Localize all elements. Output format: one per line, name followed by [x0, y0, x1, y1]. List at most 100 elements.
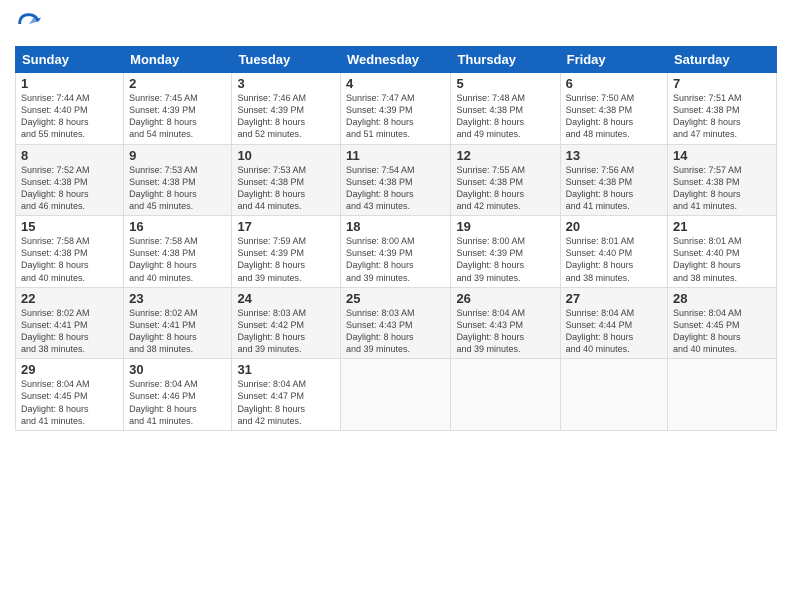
day-info: Sunrise: 8:04 AMSunset: 4:45 PMDaylight:…	[21, 378, 118, 427]
col-monday: Monday	[124, 47, 232, 73]
day-number: 16	[129, 219, 226, 234]
day-info: Sunrise: 8:01 AMSunset: 4:40 PMDaylight:…	[566, 235, 662, 284]
col-tuesday: Tuesday	[232, 47, 341, 73]
day-number: 28	[673, 291, 771, 306]
table-row	[341, 359, 451, 431]
calendar-week-row: 8Sunrise: 7:52 AMSunset: 4:38 PMDaylight…	[16, 144, 777, 216]
table-row: 2Sunrise: 7:45 AMSunset: 4:39 PMDaylight…	[124, 73, 232, 145]
day-info: Sunrise: 8:00 AMSunset: 4:39 PMDaylight:…	[456, 235, 554, 284]
day-number: 5	[456, 76, 554, 91]
day-number: 1	[21, 76, 118, 91]
calendar-week-row: 22Sunrise: 8:02 AMSunset: 4:41 PMDayligh…	[16, 287, 777, 359]
day-number: 15	[21, 219, 118, 234]
day-info: Sunrise: 7:58 AMSunset: 4:38 PMDaylight:…	[129, 235, 226, 284]
table-row: 13Sunrise: 7:56 AMSunset: 4:38 PMDayligh…	[560, 144, 667, 216]
table-row: 21Sunrise: 8:01 AMSunset: 4:40 PMDayligh…	[668, 216, 777, 288]
day-number: 2	[129, 76, 226, 91]
logo-icon	[15, 10, 43, 38]
table-row: 4Sunrise: 7:47 AMSunset: 4:39 PMDaylight…	[341, 73, 451, 145]
table-row	[451, 359, 560, 431]
day-info: Sunrise: 7:50 AMSunset: 4:38 PMDaylight:…	[566, 92, 662, 141]
col-thursday: Thursday	[451, 47, 560, 73]
table-row: 11Sunrise: 7:54 AMSunset: 4:38 PMDayligh…	[341, 144, 451, 216]
table-row: 12Sunrise: 7:55 AMSunset: 4:38 PMDayligh…	[451, 144, 560, 216]
table-row	[560, 359, 667, 431]
day-info: Sunrise: 7:56 AMSunset: 4:38 PMDaylight:…	[566, 164, 662, 213]
day-number: 22	[21, 291, 118, 306]
day-info: Sunrise: 8:01 AMSunset: 4:40 PMDaylight:…	[673, 235, 771, 284]
day-info: Sunrise: 8:02 AMSunset: 4:41 PMDaylight:…	[129, 307, 226, 356]
day-info: Sunrise: 7:51 AMSunset: 4:38 PMDaylight:…	[673, 92, 771, 141]
table-row: 5Sunrise: 7:48 AMSunset: 4:38 PMDaylight…	[451, 73, 560, 145]
day-info: Sunrise: 7:47 AMSunset: 4:39 PMDaylight:…	[346, 92, 445, 141]
table-row: 15Sunrise: 7:58 AMSunset: 4:38 PMDayligh…	[16, 216, 124, 288]
table-row: 16Sunrise: 7:58 AMSunset: 4:38 PMDayligh…	[124, 216, 232, 288]
page-container: Sunday Monday Tuesday Wednesday Thursday…	[0, 0, 792, 612]
day-number: 31	[237, 362, 335, 377]
table-row: 1Sunrise: 7:44 AMSunset: 4:40 PMDaylight…	[16, 73, 124, 145]
table-row: 27Sunrise: 8:04 AMSunset: 4:44 PMDayligh…	[560, 287, 667, 359]
day-number: 3	[237, 76, 335, 91]
day-number: 10	[237, 148, 335, 163]
col-sunday: Sunday	[16, 47, 124, 73]
day-info: Sunrise: 8:04 AMSunset: 4:44 PMDaylight:…	[566, 307, 662, 356]
day-number: 18	[346, 219, 445, 234]
day-number: 26	[456, 291, 554, 306]
calendar-week-row: 1Sunrise: 7:44 AMSunset: 4:40 PMDaylight…	[16, 73, 777, 145]
day-number: 4	[346, 76, 445, 91]
day-info: Sunrise: 8:00 AMSunset: 4:39 PMDaylight:…	[346, 235, 445, 284]
table-row: 14Sunrise: 7:57 AMSunset: 4:38 PMDayligh…	[668, 144, 777, 216]
day-number: 8	[21, 148, 118, 163]
table-row: 31Sunrise: 8:04 AMSunset: 4:47 PMDayligh…	[232, 359, 341, 431]
col-saturday: Saturday	[668, 47, 777, 73]
day-info: Sunrise: 8:03 AMSunset: 4:43 PMDaylight:…	[346, 307, 445, 356]
table-row: 18Sunrise: 8:00 AMSunset: 4:39 PMDayligh…	[341, 216, 451, 288]
table-row	[668, 359, 777, 431]
day-info: Sunrise: 8:04 AMSunset: 4:43 PMDaylight:…	[456, 307, 554, 356]
day-info: Sunrise: 8:04 AMSunset: 4:46 PMDaylight:…	[129, 378, 226, 427]
table-row: 25Sunrise: 8:03 AMSunset: 4:43 PMDayligh…	[341, 287, 451, 359]
table-row: 23Sunrise: 8:02 AMSunset: 4:41 PMDayligh…	[124, 287, 232, 359]
table-row: 28Sunrise: 8:04 AMSunset: 4:45 PMDayligh…	[668, 287, 777, 359]
day-info: Sunrise: 7:46 AMSunset: 4:39 PMDaylight:…	[237, 92, 335, 141]
table-row: 19Sunrise: 8:00 AMSunset: 4:39 PMDayligh…	[451, 216, 560, 288]
day-info: Sunrise: 7:58 AMSunset: 4:38 PMDaylight:…	[21, 235, 118, 284]
day-info: Sunrise: 7:53 AMSunset: 4:38 PMDaylight:…	[129, 164, 226, 213]
day-number: 17	[237, 219, 335, 234]
day-info: Sunrise: 7:48 AMSunset: 4:38 PMDaylight:…	[456, 92, 554, 141]
day-number: 30	[129, 362, 226, 377]
day-number: 14	[673, 148, 771, 163]
day-info: Sunrise: 8:02 AMSunset: 4:41 PMDaylight:…	[21, 307, 118, 356]
day-number: 23	[129, 291, 226, 306]
table-row: 30Sunrise: 8:04 AMSunset: 4:46 PMDayligh…	[124, 359, 232, 431]
calendar-week-row: 29Sunrise: 8:04 AMSunset: 4:45 PMDayligh…	[16, 359, 777, 431]
day-number: 13	[566, 148, 662, 163]
page-header	[15, 10, 777, 38]
day-number: 20	[566, 219, 662, 234]
col-wednesday: Wednesday	[341, 47, 451, 73]
day-info: Sunrise: 7:59 AMSunset: 4:39 PMDaylight:…	[237, 235, 335, 284]
col-friday: Friday	[560, 47, 667, 73]
day-number: 19	[456, 219, 554, 234]
day-number: 7	[673, 76, 771, 91]
day-info: Sunrise: 8:04 AMSunset: 4:45 PMDaylight:…	[673, 307, 771, 356]
table-row: 7Sunrise: 7:51 AMSunset: 4:38 PMDaylight…	[668, 73, 777, 145]
day-info: Sunrise: 8:04 AMSunset: 4:47 PMDaylight:…	[237, 378, 335, 427]
calendar-week-row: 15Sunrise: 7:58 AMSunset: 4:38 PMDayligh…	[16, 216, 777, 288]
calendar-header-row: Sunday Monday Tuesday Wednesday Thursday…	[16, 47, 777, 73]
table-row: 10Sunrise: 7:53 AMSunset: 4:38 PMDayligh…	[232, 144, 341, 216]
day-number: 9	[129, 148, 226, 163]
day-number: 27	[566, 291, 662, 306]
calendar-table: Sunday Monday Tuesday Wednesday Thursday…	[15, 46, 777, 431]
day-number: 25	[346, 291, 445, 306]
day-info: Sunrise: 7:52 AMSunset: 4:38 PMDaylight:…	[21, 164, 118, 213]
day-info: Sunrise: 7:54 AMSunset: 4:38 PMDaylight:…	[346, 164, 445, 213]
table-row: 6Sunrise: 7:50 AMSunset: 4:38 PMDaylight…	[560, 73, 667, 145]
day-number: 21	[673, 219, 771, 234]
table-row: 8Sunrise: 7:52 AMSunset: 4:38 PMDaylight…	[16, 144, 124, 216]
table-row: 22Sunrise: 8:02 AMSunset: 4:41 PMDayligh…	[16, 287, 124, 359]
day-info: Sunrise: 7:44 AMSunset: 4:40 PMDaylight:…	[21, 92, 118, 141]
day-number: 24	[237, 291, 335, 306]
table-row: 9Sunrise: 7:53 AMSunset: 4:38 PMDaylight…	[124, 144, 232, 216]
day-number: 29	[21, 362, 118, 377]
